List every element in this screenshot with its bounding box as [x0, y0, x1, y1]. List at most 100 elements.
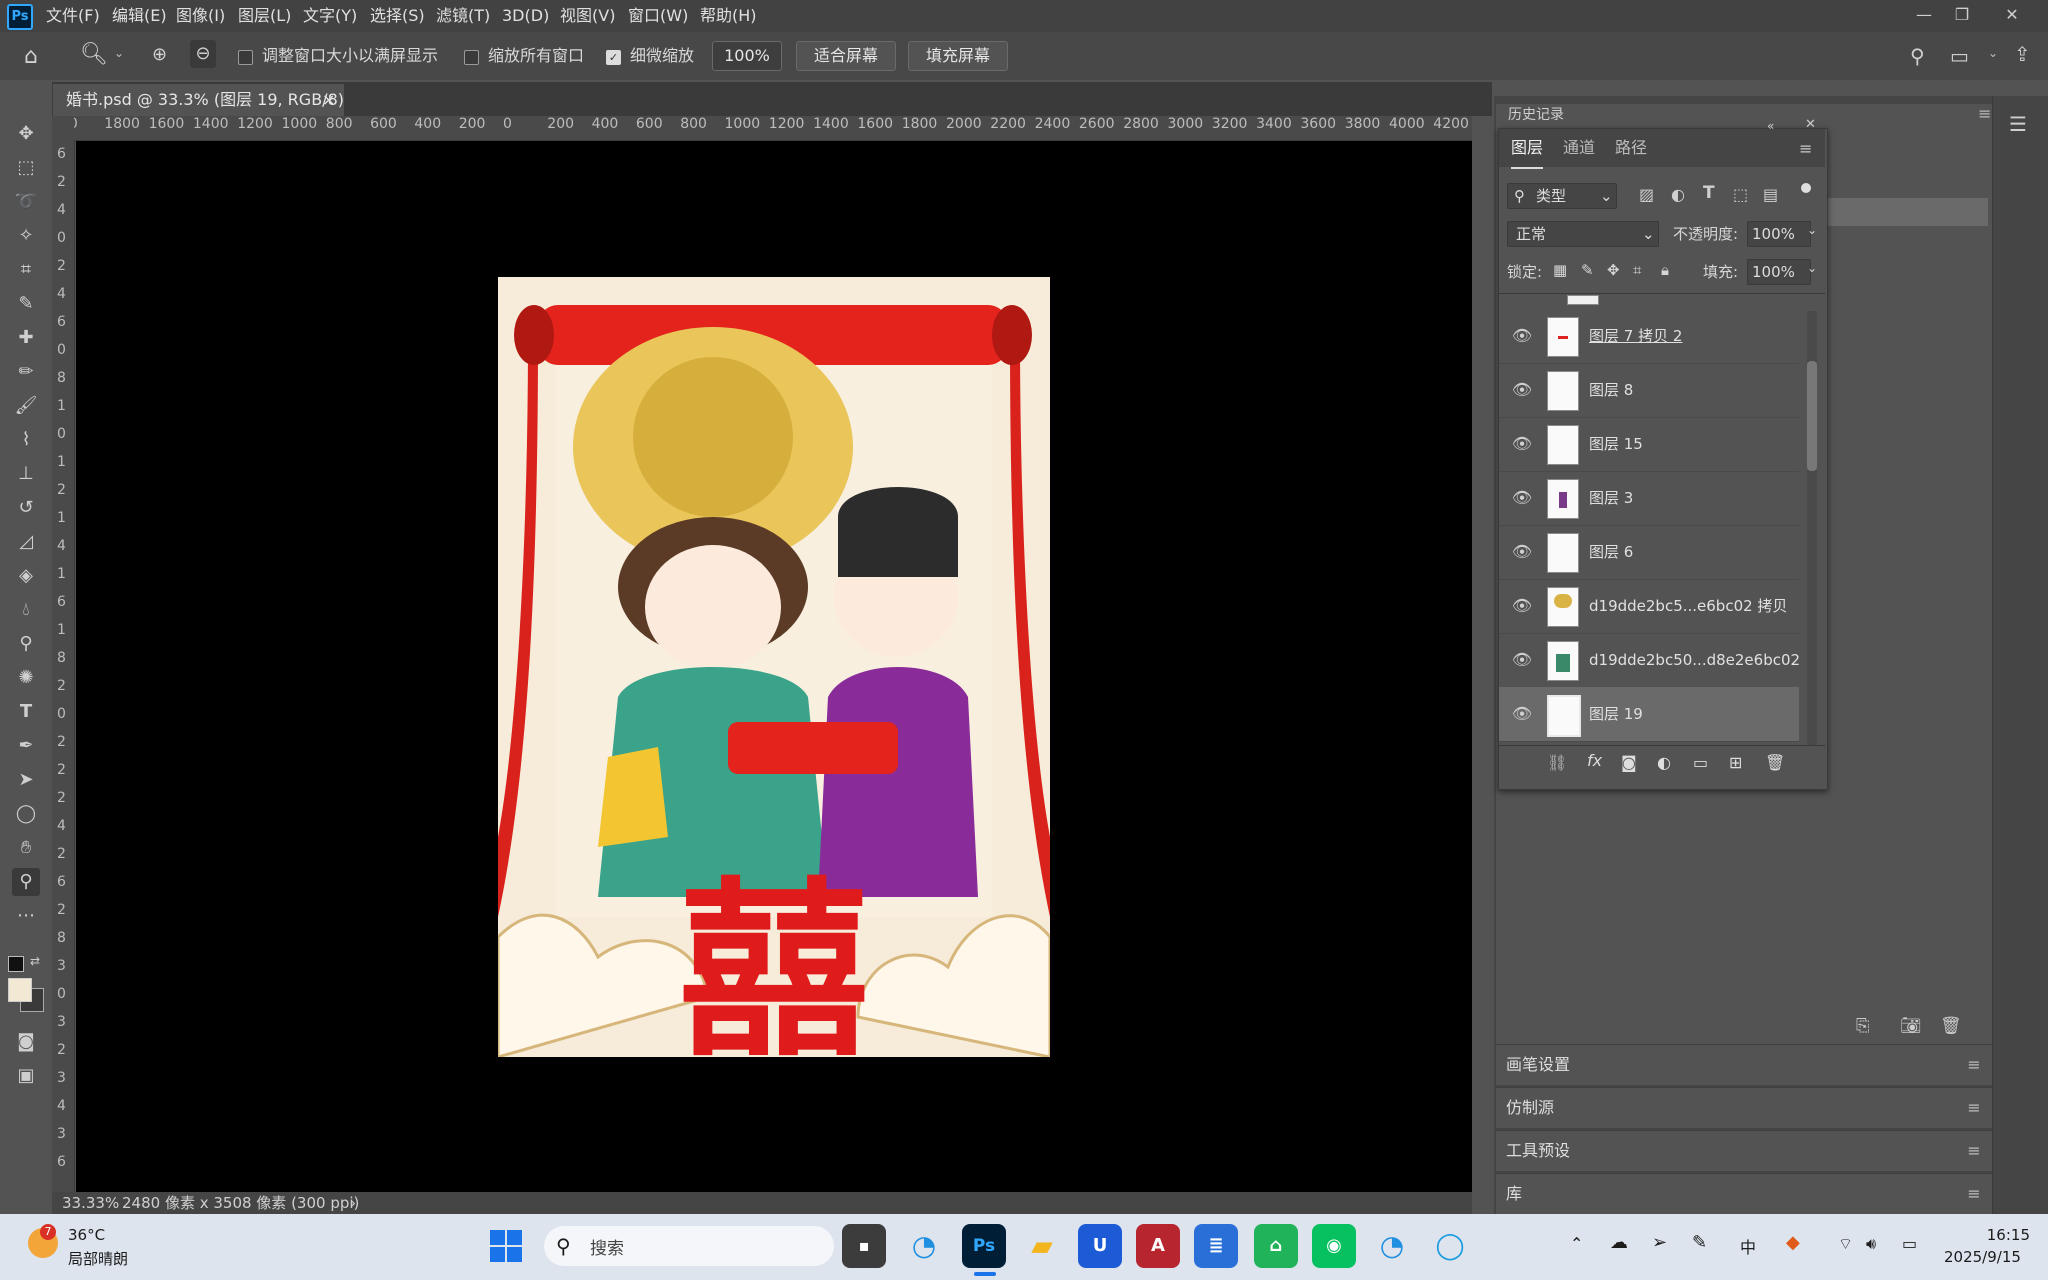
- wechat-icon[interactable]: ◉: [1312, 1224, 1356, 1268]
- lock-position-icon[interactable]: ✥: [1607, 261, 1620, 279]
- clock-time[interactable]: 16:15: [1950, 1226, 2030, 1244]
- default-colors-icon[interactable]: [8, 956, 24, 972]
- status-arrow-icon[interactable]: ›: [350, 1192, 356, 1214]
- clone-stamp-icon[interactable]: ⊥: [12, 460, 40, 488]
- eyedropper-icon[interactable]: ✎: [12, 290, 40, 318]
- volume-icon[interactable]: 🔊︎: [1866, 1234, 1876, 1254]
- properties-icon[interactable]: ☰: [2009, 112, 2027, 136]
- menu-layer[interactable]: 图层(L): [238, 0, 291, 32]
- scrollbar-thumb[interactable]: [1807, 361, 1817, 471]
- marquee-tool-icon[interactable]: ⬚: [12, 154, 40, 182]
- chevron-up-icon[interactable]: ⌃: [1570, 1234, 1583, 1253]
- panel-brush-settings[interactable]: 画笔设置 ≡: [1496, 1044, 1992, 1085]
- ellipse-tool-icon[interactable]: ◯: [12, 800, 40, 828]
- quick-mask-icon[interactable]: ◙: [12, 1028, 40, 1056]
- panel-menu-icon[interactable]: ≡: [1978, 104, 1991, 123]
- eye-icon[interactable]: 👁︎: [1511, 434, 1533, 454]
- blur-tool-icon[interactable]: 💧︎: [12, 596, 40, 624]
- cloud-icon[interactable]: ☁: [1610, 1232, 1628, 1253]
- chat-icon[interactable]: ◯: [1428, 1224, 1472, 1268]
- fit-screen-button[interactable]: 适合屏幕: [796, 41, 896, 71]
- search-icon[interactable]: ⚲: [1910, 44, 1925, 68]
- move-tool-icon[interactable]: ✥: [12, 120, 40, 148]
- store-icon[interactable]: ⌂: [1254, 1224, 1298, 1268]
- menu-3d[interactable]: 3D(D): [502, 0, 549, 32]
- wifi-icon[interactable]: ⌔: [1838, 1234, 1853, 1254]
- fill-field[interactable]: 100%: [1747, 259, 1811, 285]
- taskbar-search[interactable]: ⚲ 搜索: [544, 1226, 834, 1266]
- windows-start-icon[interactable]: [490, 1230, 522, 1262]
- filter-type-icon[interactable]: T: [1703, 183, 1715, 203]
- eye-icon[interactable]: 👁︎: [1511, 488, 1533, 508]
- notepad-icon[interactable]: ≣: [1194, 1224, 1238, 1268]
- share-icon[interactable]: ⇪: [2014, 42, 2031, 66]
- panel-clone-source[interactable]: 仿制源 ≡: [1496, 1087, 1992, 1128]
- lock-transparent-icon[interactable]: ▦: [1553, 261, 1567, 279]
- layer-filter-select[interactable]: ⚲ 类型 ⌄: [1507, 183, 1617, 209]
- app-tray-icon[interactable]: ◆: [1786, 1232, 1800, 1253]
- resize-windows-checkbox[interactable]: [238, 50, 253, 65]
- brush-icon[interactable]: 🖌︎: [12, 392, 40, 420]
- layer-name[interactable]: 图层 15: [1589, 417, 1643, 471]
- panel-menu-icon[interactable]: ≡: [1964, 1174, 1984, 1214]
- photoshop-logo-icon[interactable]: Ps: [7, 4, 33, 30]
- magic-wand-icon[interactable]: ✧: [12, 222, 40, 250]
- access-icon[interactable]: A: [1136, 1224, 1180, 1268]
- edge-ai-icon[interactable]: ◔: [1370, 1224, 1414, 1268]
- status-zoom[interactable]: 33.33%: [62, 1192, 119, 1214]
- layer-row[interactable]: 👁︎ 图层 6: [1499, 525, 1799, 580]
- tab-paths[interactable]: 路径: [1615, 129, 1647, 167]
- close-tab-icon[interactable]: ×: [322, 84, 335, 116]
- panel-menu-icon[interactable]: ≡: [1964, 1131, 1984, 1171]
- healing-brush-icon[interactable]: ✚: [12, 324, 40, 352]
- menu-type[interactable]: 文字(Y): [303, 0, 357, 32]
- new-document-from-state-icon[interactable]: ⎘: [1856, 1016, 1870, 1036]
- layer-row-selected[interactable]: 👁︎ 图层 19: [1499, 687, 1799, 742]
- more-tools-icon[interactable]: ⋯: [12, 902, 40, 930]
- panel-tool-presets[interactable]: 工具预设 ≡: [1496, 1130, 1992, 1171]
- zoom-tool-icon[interactable]: ⚲: [12, 868, 40, 896]
- paint-bucket-icon[interactable]: ◈: [12, 562, 40, 590]
- lasso-tool-icon[interactable]: ➰: [12, 188, 40, 216]
- menu-image[interactable]: 图像(I): [176, 0, 225, 32]
- filter-toggle-icon[interactable]: [1801, 183, 1811, 193]
- menu-select[interactable]: 选择(S): [370, 0, 425, 32]
- eye-icon[interactable]: 👁︎: [1511, 650, 1533, 670]
- layers-menu-icon[interactable]: ≡: [1799, 139, 1812, 158]
- scrubby-zoom-checkbox[interactable]: ✓: [606, 50, 621, 65]
- menu-file[interactable]: 文件(F): [46, 0, 100, 32]
- panel-menu-icon[interactable]: ≡: [1964, 1045, 1984, 1085]
- layer-name[interactable]: d19dde2bc50...d8e2e6bc02: [1589, 633, 1800, 687]
- tab-channels[interactable]: 通道: [1563, 129, 1595, 167]
- task-view-icon[interactable]: ▪: [842, 1224, 886, 1268]
- eye-icon[interactable]: 👁︎: [1511, 542, 1533, 562]
- zoom-tool-icon[interactable]: 🔍︎: [80, 42, 108, 67]
- layer-row[interactable]: 👁︎ 图层 7 拷贝 2: [1499, 309, 1799, 364]
- trash-icon[interactable]: 🗑︎: [1940, 1016, 1962, 1036]
- layer-name[interactable]: d19dde2bc5...e6bc02 拷贝: [1589, 579, 1787, 633]
- foreground-color-swatch[interactable]: [8, 978, 32, 1002]
- layer-name[interactable]: 图层 7 拷贝 2: [1589, 309, 1682, 363]
- zoom-out-icon[interactable]: ⊖: [190, 40, 216, 68]
- layer-row[interactable]: 👁︎ d19dde2bc5...e6bc02 拷贝: [1499, 579, 1799, 634]
- opacity-field[interactable]: 100%: [1747, 221, 1811, 247]
- eye-icon[interactable]: 👁︎: [1511, 326, 1533, 346]
- zoom-all-checkbox[interactable]: [464, 50, 479, 65]
- photoshop-taskbar-icon[interactable]: Ps: [962, 1224, 1006, 1268]
- filter-shape-icon[interactable]: ⬚: [1733, 185, 1748, 204]
- layer-row[interactable]: 👁︎ 图层 15: [1499, 417, 1799, 472]
- file-explorer-icon[interactable]: ▰: [1020, 1224, 1064, 1268]
- camera-icon[interactable]: 📷︎: [1900, 1016, 1922, 1036]
- home-icon[interactable]: ⌂: [24, 44, 38, 69]
- eye-icon[interactable]: 👁︎: [1511, 380, 1533, 400]
- minimize-icon[interactable]: —: [1906, 0, 1942, 30]
- filter-adjustment-icon[interactable]: ◐: [1671, 185, 1685, 204]
- pen-tool-icon[interactable]: ✒: [12, 732, 40, 760]
- type-tool-icon[interactable]: T: [12, 698, 40, 726]
- path-selection-icon[interactable]: ➤: [12, 766, 40, 794]
- hand-tool-icon[interactable]: ✋︎: [12, 834, 40, 862]
- new-layer-icon[interactable]: ⊞: [1729, 753, 1742, 772]
- fill-screen-button[interactable]: 填充屏幕: [908, 41, 1008, 71]
- document-tab[interactable]: 婚书.psd @ 33.3% (图层 19, RGB/8) ×: [52, 84, 344, 116]
- edge-icon[interactable]: ◔: [902, 1224, 946, 1268]
